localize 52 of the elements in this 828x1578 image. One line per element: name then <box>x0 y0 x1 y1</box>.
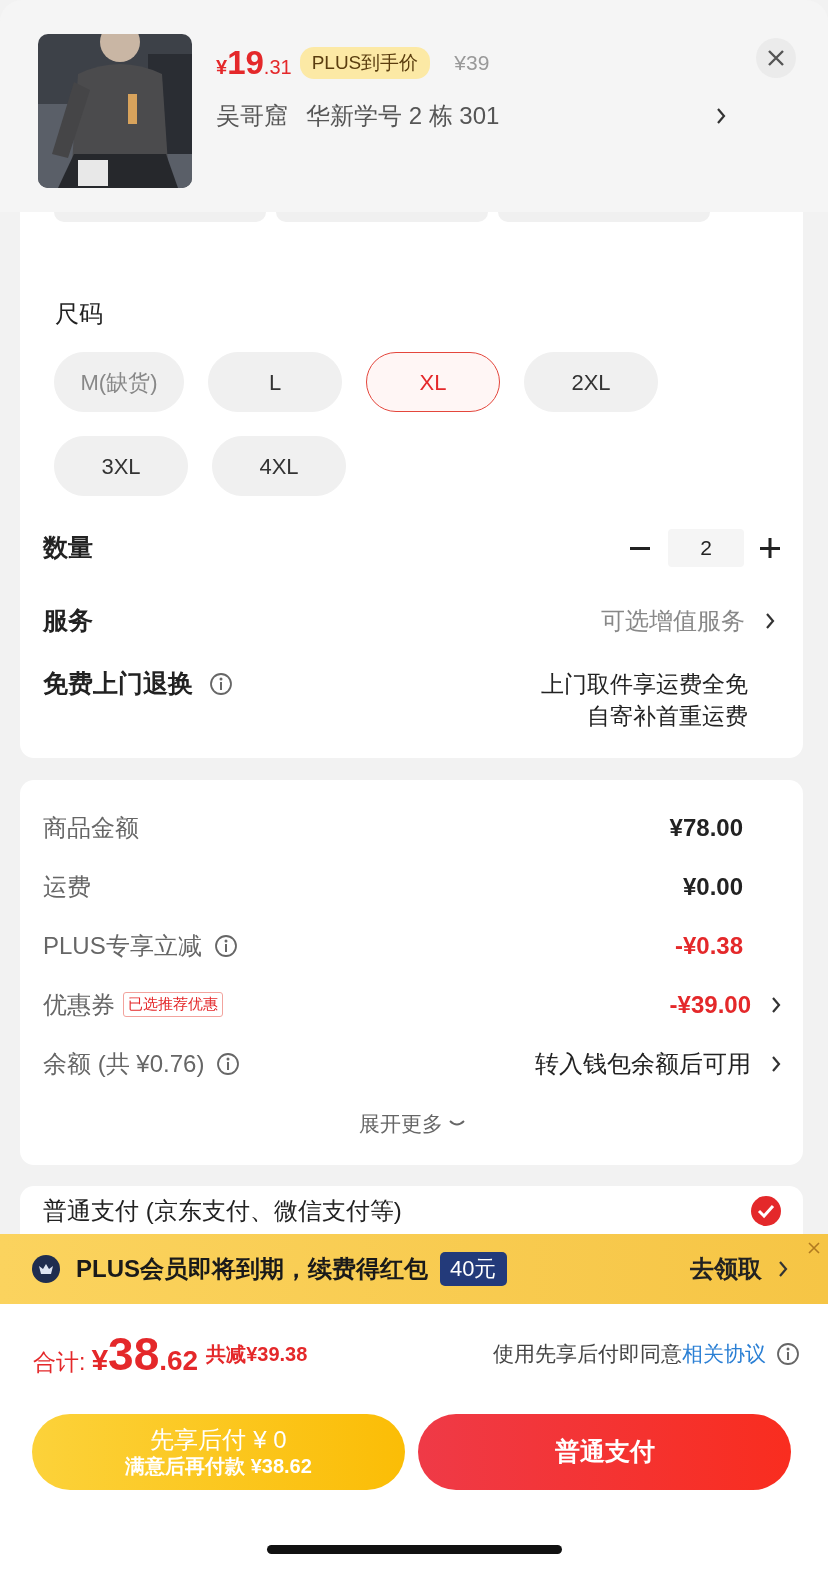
quantity-field[interactable]: 2 <box>668 529 744 567</box>
info-icon[interactable] <box>209 672 233 696</box>
chevron-icon <box>771 995 781 1014</box>
summary-value: 转入钱包余额后可用 <box>535 1048 751 1079</box>
coupon-tag: 已选推荐优惠 <box>123 992 223 1017</box>
size-option[interactable]: 3XL <box>54 436 188 496</box>
chevron-icon <box>765 612 775 630</box>
agreement-link[interactable]: 相关协议 <box>682 1342 766 1366</box>
summary-label: 商品金额 <box>43 812 139 843</box>
summary-value: ¥78.00 <box>669 812 743 843</box>
summary-value: ¥0.00 <box>682 871 743 902</box>
claim-link[interactable]: 去领取 <box>690 1251 762 1287</box>
recipient-name: 吴哥窟 <box>216 100 288 131</box>
discount-total: 共减¥39.38 <box>206 1342 308 1367</box>
return-note: 上门取件享运费全免 <box>541 670 748 699</box>
info-icon[interactable] <box>213 933 238 958</box>
original-price: ¥39 <box>454 50 490 76</box>
close-icon <box>767 49 785 67</box>
summary-value: -¥39.00 <box>669 989 751 1020</box>
quantity-label: 数量 <box>43 532 93 564</box>
agreement-text: 使用先享后付即同意相关协议 <box>493 1341 766 1368</box>
size-label: 尺码 <box>55 300 103 327</box>
chevron-icon <box>771 1054 781 1073</box>
info-icon[interactable] <box>776 1342 800 1366</box>
size-option[interactable]: XL <box>366 352 500 412</box>
summary-label: 余额 (共 ¥0.76) <box>43 1048 205 1079</box>
chevron-icon <box>778 1260 788 1278</box>
plus-price-tag: PLUS到手价 <box>299 46 431 79</box>
size-option[interactable]: 4XL <box>212 436 346 496</box>
amount-badge: 40元 <box>440 1252 507 1286</box>
pay-button[interactable]: 普通支付 <box>418 1414 791 1490</box>
service-label: 服务 <box>43 605 93 637</box>
order-total: 合计: ¥38.62 <box>33 1326 199 1382</box>
banner-text: PLUS会员即将到期，续费得红包 <box>76 1254 428 1284</box>
service-option[interactable]: 可选增值服务 <box>601 603 745 639</box>
plus-button[interactable] <box>759 537 781 559</box>
summary-label: 运费 <box>43 871 91 902</box>
summary-label: 优惠券 <box>43 989 115 1020</box>
summary-value: -¥0.38 <box>674 930 743 961</box>
chevron-icon <box>716 106 726 125</box>
size-option[interactable]: 2XL <box>524 352 658 412</box>
info-icon[interactable] <box>216 1051 241 1076</box>
sale-price: ¥19.31 <box>216 43 292 83</box>
return-note: 自寄补首重运费 <box>586 702 748 731</box>
size-option[interactable]: L <box>208 352 342 412</box>
expand-more-link[interactable]: 展开更多 <box>358 1108 465 1140</box>
check-icon[interactable] <box>751 1196 781 1226</box>
summary-label: PLUS专享立减 <box>43 930 202 961</box>
crown-icon <box>32 1255 60 1283</box>
return-label: 免费上门退换 <box>43 668 193 700</box>
shipping-address[interactable]: 华新学号 2 栋 301 <box>306 97 500 134</box>
close-button[interactable] <box>756 38 796 78</box>
